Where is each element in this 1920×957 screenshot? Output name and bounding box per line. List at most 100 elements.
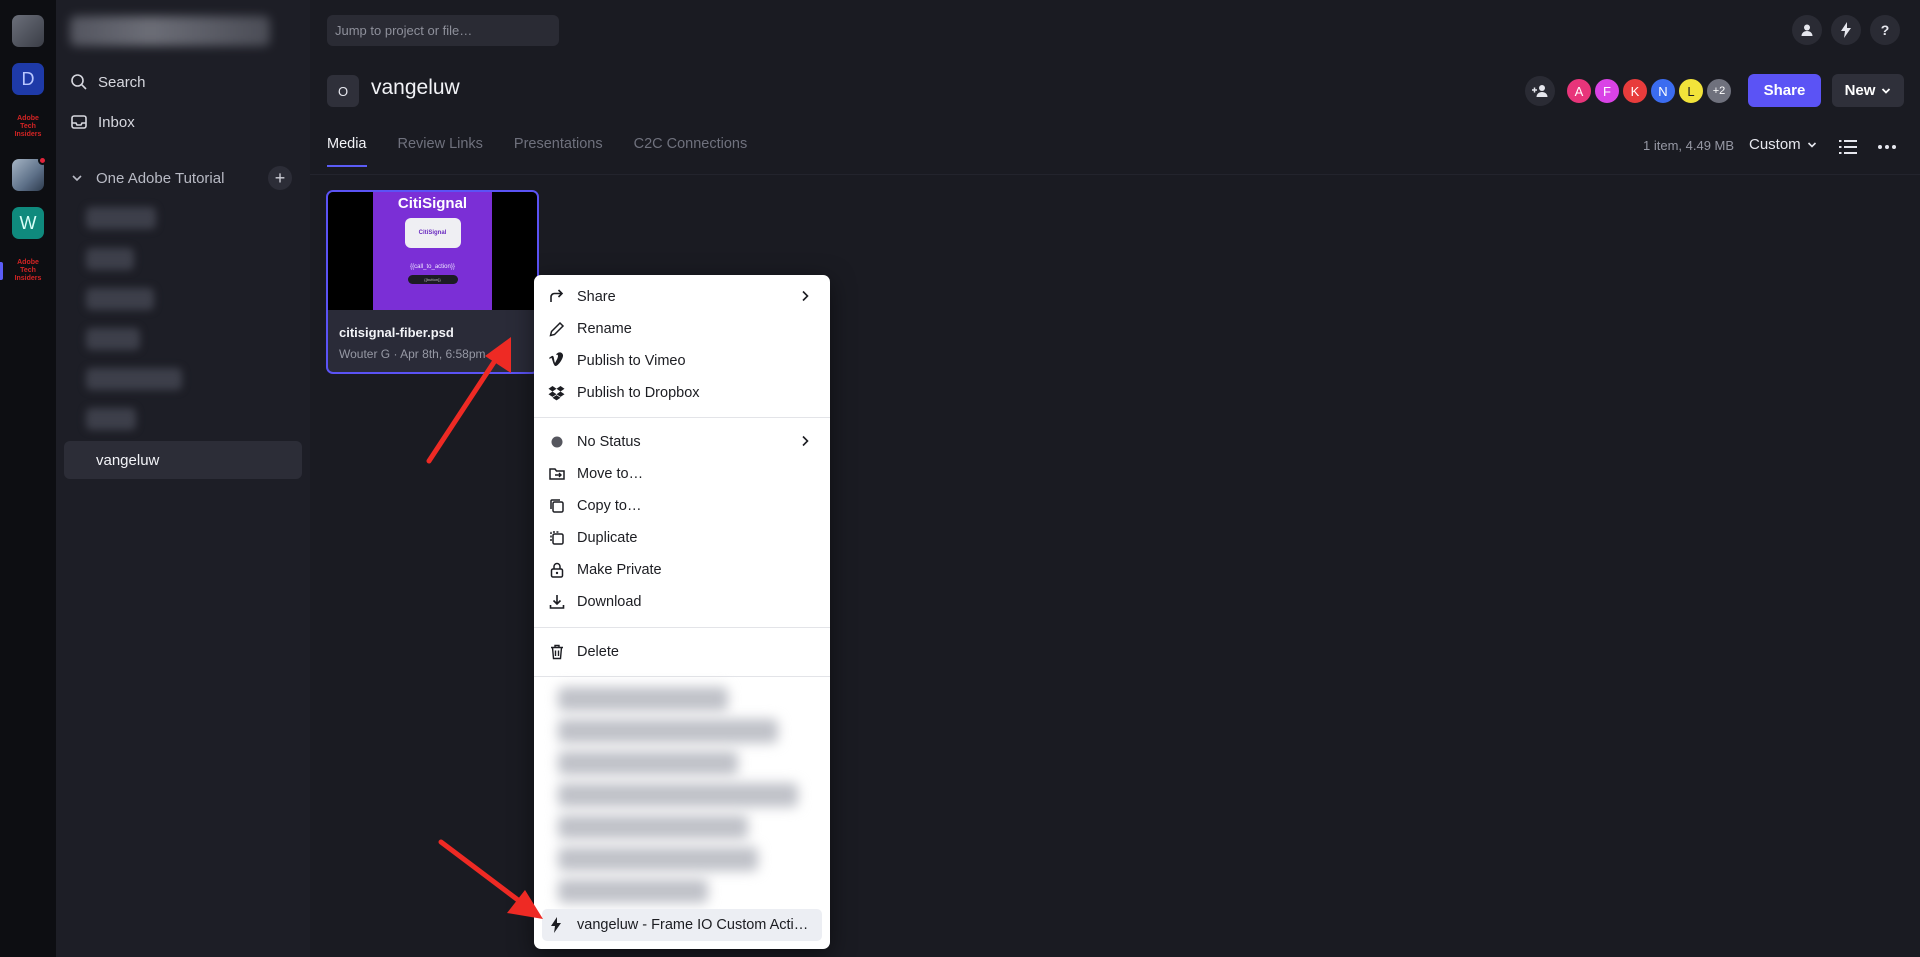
member-avatar[interactable]: A bbox=[1565, 77, 1593, 105]
annotation-arrow-custom-action bbox=[438, 839, 543, 919]
menu-item-label: Download bbox=[577, 594, 642, 610]
project-avatar: O bbox=[327, 75, 359, 107]
menu-item-make-private[interactable]: Make Private bbox=[534, 554, 830, 586]
asset-meta: Wouter G · Apr 8th, 6:58pm bbox=[339, 347, 486, 361]
trash-icon bbox=[551, 644, 563, 660]
project-item-blurred[interactable] bbox=[86, 368, 182, 390]
thumbnail-button: {{button}} bbox=[407, 275, 458, 284]
project-item-blurred[interactable] bbox=[86, 207, 156, 229]
project-item-blurred[interactable] bbox=[86, 288, 154, 310]
account-button[interactable] bbox=[1792, 15, 1822, 45]
team-name-blurred[interactable] bbox=[70, 16, 270, 46]
invite-member-button[interactable] bbox=[1525, 76, 1555, 106]
menu-item-duplicate[interactable]: Duplicate bbox=[534, 522, 830, 554]
notification-dot bbox=[38, 156, 47, 165]
project-item-blurred[interactable] bbox=[86, 408, 136, 430]
add-project-button[interactable]: + bbox=[268, 166, 292, 190]
workspace-adobe-logo[interactable]: Adobe Tech Insiders bbox=[12, 111, 44, 143]
menu-separator bbox=[534, 627, 830, 628]
inbox-icon bbox=[71, 115, 87, 129]
status-dot-icon bbox=[551, 436, 563, 448]
menu-item-share[interactable]: Share bbox=[534, 281, 830, 313]
jump-to-search-input[interactable]: Jump to project or file… bbox=[327, 15, 559, 46]
workspace-photo[interactable] bbox=[12, 156, 47, 191]
workspace-adobe-logo-active[interactable]: Adobe Tech Insiders bbox=[12, 255, 44, 287]
menu-item-label: Copy to… bbox=[577, 498, 642, 514]
menu-item-publish-to-dropbox[interactable]: Publish to Dropbox bbox=[534, 377, 830, 409]
actions-button[interactable] bbox=[1831, 15, 1861, 45]
sidebar-inbox[interactable]: Inbox bbox=[70, 108, 135, 136]
more-icon bbox=[1878, 145, 1896, 149]
menu-item-label: Publish to Vimeo bbox=[577, 353, 686, 369]
sidebar-item-vangeluw[interactable]: vangeluw bbox=[64, 441, 302, 479]
share-button[interactable]: Share bbox=[1748, 74, 1821, 107]
asset-card[interactable]: CitiSignal CitiSignal {{call_to_action}}… bbox=[326, 190, 539, 374]
project-group-label: One Adobe Tutorial bbox=[96, 169, 225, 187]
help-label: ? bbox=[1880, 22, 1890, 38]
menu-separator bbox=[534, 417, 830, 418]
chevron-down-icon bbox=[72, 175, 82, 182]
router-label: CitiSignal bbox=[418, 230, 447, 236]
move-icon bbox=[549, 468, 565, 480]
sort-dropdown[interactable]: Custom bbox=[1749, 136, 1817, 153]
project-item-blurred[interactable] bbox=[86, 248, 134, 270]
folder-size-meta: 1 item, 4.49 MB bbox=[1643, 138, 1735, 153]
menu-item-copy-to[interactable]: Copy to… bbox=[534, 490, 830, 522]
active-workspace-indicator bbox=[0, 262, 3, 280]
asset-name: citisignal-fiber.psd bbox=[339, 325, 454, 340]
custom-action-item[interactable]: vangeluw - Frame IO Custom Acti… bbox=[542, 909, 822, 941]
menu-item-label: No Status bbox=[577, 434, 641, 450]
thumbnail-artwork: CitiSignal CitiSignal {{call_to_action}}… bbox=[373, 192, 492, 310]
vimeo-icon bbox=[549, 352, 564, 367]
menu-item-move-to[interactable]: Move to… bbox=[534, 458, 830, 490]
menu-item-download[interactable]: Download bbox=[534, 586, 830, 618]
list-view-icon bbox=[1839, 140, 1857, 154]
sidebar-item-label: vangeluw bbox=[96, 451, 160, 469]
thumbnail-cta: {{call_to_action}} bbox=[410, 264, 455, 270]
tab-presentations[interactable]: Presentations bbox=[514, 136, 603, 167]
menu-item-label: Delete bbox=[577, 644, 619, 660]
help-button[interactable]: ? bbox=[1870, 15, 1900, 45]
pencil-icon bbox=[549, 321, 565, 337]
workspace-rail: D Adobe Tech Insiders W Adobe Tech Insid… bbox=[0, 0, 56, 957]
member-avatar[interactable]: K bbox=[1621, 77, 1649, 105]
more-members-badge[interactable]: +2 bbox=[1705, 77, 1733, 105]
project-group-header[interactable]: One Adobe Tutorial + bbox=[70, 164, 306, 192]
user-icon bbox=[1801, 24, 1813, 36]
workspace-d[interactable]: D bbox=[12, 63, 44, 95]
tab-review-links[interactable]: Review Links bbox=[398, 136, 483, 167]
sidebar-search[interactable]: Search bbox=[70, 68, 146, 96]
router-graphic: CitiSignal bbox=[404, 218, 461, 248]
lock-icon bbox=[550, 562, 564, 578]
sidebar-inbox-label: Inbox bbox=[98, 113, 135, 131]
list-view-button[interactable] bbox=[1837, 136, 1859, 158]
download-icon bbox=[549, 595, 565, 609]
menu-item-rename[interactable]: Rename bbox=[534, 313, 830, 345]
chevron-down-icon bbox=[1882, 87, 1891, 94]
dropbox-icon bbox=[548, 386, 565, 401]
member-avatar[interactable]: N bbox=[1649, 77, 1677, 105]
custom-action-label: vangeluw - Frame IO Custom Acti… bbox=[577, 917, 809, 933]
sidebar: Search Inbox One Adobe Tutorial + vangel… bbox=[56, 0, 310, 957]
workspace-w[interactable]: W bbox=[12, 207, 44, 239]
blurred-custom-actions bbox=[544, 687, 814, 917]
menu-item-publish-to-vimeo[interactable]: Publish to Vimeo bbox=[534, 345, 830, 377]
more-options-button[interactable] bbox=[1876, 136, 1898, 158]
menu-item-label: Make Private bbox=[577, 562, 662, 578]
header-divider bbox=[310, 174, 1920, 175]
menu-item-no-status[interactable]: No Status bbox=[534, 426, 830, 458]
search-icon bbox=[71, 74, 87, 90]
member-avatar[interactable]: F bbox=[1593, 77, 1621, 105]
tab-c2c-connections[interactable]: C2C Connections bbox=[634, 136, 748, 167]
menu-item-delete[interactable]: Delete bbox=[534, 636, 830, 668]
workspace-avatar-top[interactable] bbox=[12, 15, 44, 47]
new-button[interactable]: New bbox=[1832, 74, 1904, 107]
chevron-down-icon bbox=[1807, 141, 1816, 148]
project-item-blurred[interactable] bbox=[86, 328, 140, 350]
menu-item-label: Rename bbox=[577, 321, 632, 337]
sidebar-search-label: Search bbox=[98, 73, 146, 91]
tab-media[interactable]: Media bbox=[327, 136, 367, 167]
copy-icon bbox=[550, 499, 564, 513]
member-avatar[interactable]: L bbox=[1677, 77, 1705, 105]
share-icon bbox=[550, 289, 564, 302]
